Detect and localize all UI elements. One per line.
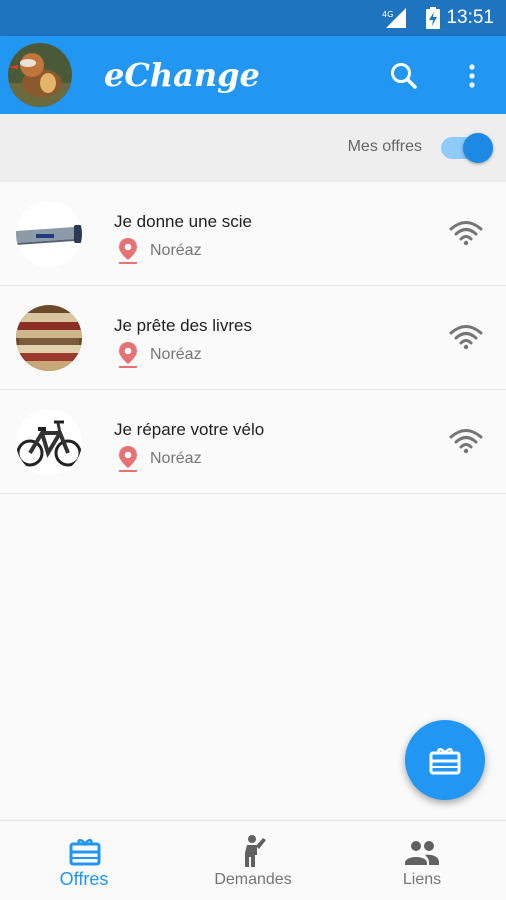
location-pin-icon: [119, 342, 137, 368]
offer-image-books: [16, 305, 82, 371]
clock: 13:51: [446, 7, 494, 28]
avatar[interactable]: [8, 43, 72, 107]
status-bar: 4G 13:51: [0, 0, 506, 36]
offer-location: Noréaz: [150, 450, 202, 467]
location-pin-icon: [119, 238, 137, 264]
wifi-icon: [449, 429, 483, 454]
offer-image-saw: [16, 201, 82, 267]
nav-tab-liens[interactable]: Liens: [338, 821, 506, 900]
books-icon: [16, 305, 82, 371]
wifi-icon: [449, 325, 483, 350]
duck-photo-icon: [8, 43, 72, 107]
battery-icon: [426, 7, 440, 29]
my-offers-toggle[interactable]: [463, 133, 493, 163]
nav-label: Offres: [59, 869, 109, 889]
offer-location: Noréaz: [150, 242, 202, 259]
gift-icon: [69, 839, 101, 866]
gift-card-icon: [429, 748, 461, 775]
more-vert-icon: [469, 64, 475, 88]
saw-icon: [16, 201, 82, 267]
list-item[interactable]: Je répare votre vélo Noréaz: [0, 390, 506, 494]
my-offers-label: Mes offres: [347, 138, 422, 155]
signal-icon: 4G: [382, 8, 406, 28]
nav-tab-offres[interactable]: Offres: [0, 821, 168, 900]
nav-tab-demandes[interactable]: Demandes: [169, 821, 337, 900]
search-button[interactable]: [388, 60, 420, 92]
svg-text:4G: 4G: [382, 10, 393, 19]
offer-title: Je répare votre vélo: [114, 420, 265, 439]
wifi-icon: [449, 221, 483, 246]
list-item[interactable]: Je donne une scie Noréaz: [0, 182, 506, 286]
person-raising-hand-icon: [245, 835, 266, 867]
nav-label: Liens: [402, 871, 442, 888]
list-item[interactable]: Je prête des livres Noréaz: [0, 286, 506, 390]
nav-label: Demandes: [214, 871, 292, 888]
offer-title: Je donne une scie: [114, 212, 252, 231]
overflow-menu-button[interactable]: [462, 60, 482, 92]
app-title: eChange: [104, 56, 260, 94]
offer-location: Noréaz: [150, 346, 202, 363]
app-bar: eChange: [0, 36, 506, 114]
bicycle-icon: [16, 409, 82, 475]
offer-title: Je prête des livres: [114, 316, 252, 335]
add-offer-button[interactable]: [405, 720, 485, 800]
search-icon: [391, 63, 417, 89]
offer-list: Je donne une scie Noréaz Je prête des li…: [0, 182, 506, 494]
filter-bar: Mes offres: [0, 114, 506, 182]
people-icon: [405, 841, 439, 865]
location-pin-icon: [119, 446, 137, 472]
offer-image-bicycle: [16, 409, 82, 475]
bottom-nav: Offres Demandes Liens: [0, 820, 506, 900]
